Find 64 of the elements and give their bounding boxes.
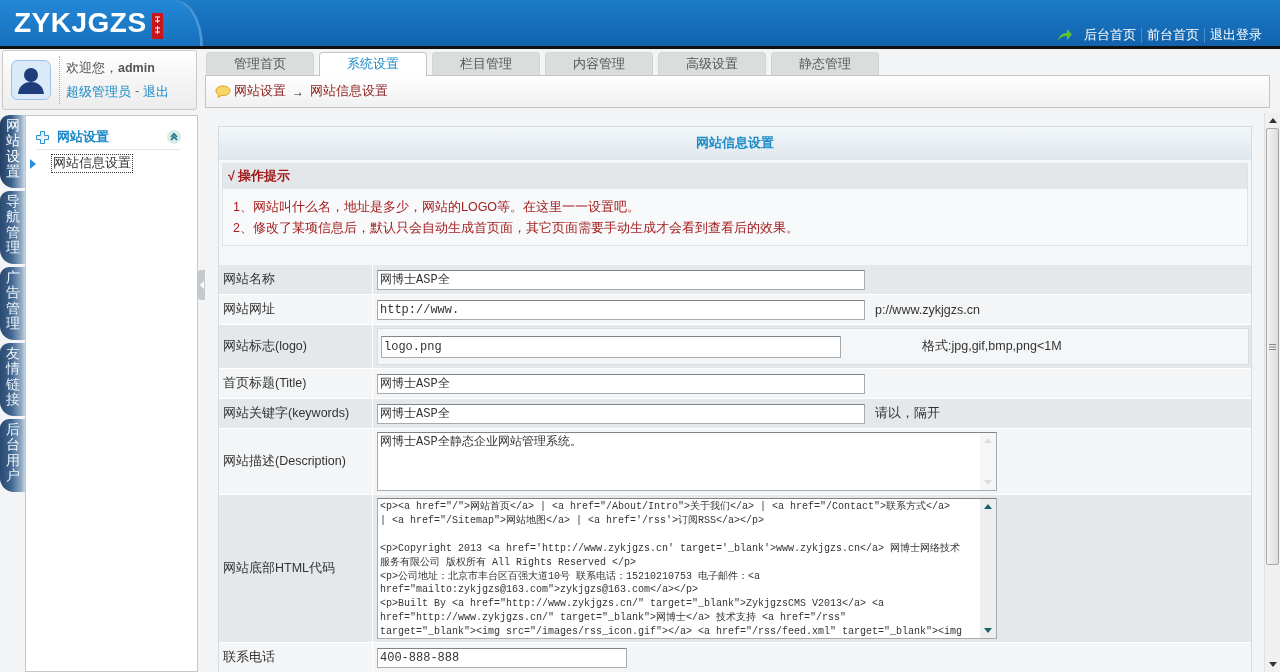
textarea-field[interactable]: 网博士ASP全静态企业网站管理系统。 [377, 432, 997, 491]
tip-text: 2、修改了某项信息后，默认只会自动生成首页面，其它页面需要手动生成才会看到查看后的效果。 [233, 220, 800, 237]
text-field[interactable]: 网博士ASP全 [377, 269, 865, 290]
breadcrumb-link[interactable]: 网站信息设置 [310, 83, 388, 100]
double-chevron-icon[interactable] [167, 130, 181, 144]
side-tab[interactable]: 友情链接 [0, 343, 25, 416]
left-triangle-icon [199, 281, 204, 289]
down-triangle-icon[interactable] [1268, 662, 1277, 667]
text-field[interactable]: 网博士ASP全 [377, 373, 865, 394]
triangle-icon [30, 158, 36, 169]
field-label: 网站网址 [219, 295, 373, 324]
panel-title: 网站信息设置 [219, 127, 1251, 160]
splitter-handle[interactable] [198, 270, 205, 300]
up-triangle-icon[interactable] [1268, 118, 1277, 123]
text-field[interactable]: 网博士ASP全 [377, 403, 865, 424]
tip-text: 1、网站叫什么名，地址是多少，网站的LOGO等。在这里一一设置吧。 [233, 199, 642, 216]
header-link[interactable]: 退出登录 [1204, 28, 1267, 43]
field-label: 网站关键字(keywords) [219, 399, 373, 428]
welcome-text: 欢迎您，admin [66, 59, 156, 77]
hint-text: 请以，隔开 [875, 405, 940, 422]
scrollbar[interactable] [980, 499, 996, 638]
sidebar-item[interactable]: 网站信息设置 [51, 154, 133, 173]
scrollbar[interactable] [1264, 113, 1280, 672]
nav-tab[interactable]: 内容管理 [545, 52, 653, 75]
side-tab[interactable]: 导航管理 [0, 191, 25, 264]
format-hint: 格式:jpg,gif,bmp,png<1M [922, 338, 1063, 355]
speech-bubble-icon [215, 85, 231, 98]
field-label: 网站标志(logo) [219, 325, 373, 368]
hint-text: p://www.zykjgzs.cn [875, 302, 980, 317]
textarea-field[interactable]: <p><a href="/">网站首页</a> | <a href="/About/Intro">关于我们</a> | <a href="/Contact">联系方式</a> | <a href="/Sitemap">网站地图</a> | <a href='/rss'>订阅RSS</a></p> <p>Copyright 2013 <a href='http://www.zykjgzs.cn' target='_blank'>www.zykjgzs.cn</a> 网博士网络技术服务有限公司 版权所有 All Rights Reserved </p> <p>公司地址：北京市丰台区百强大道10号 联系电话：15210210753 电子邮件：<a href="mailto:zykjgzs@163.com">zykjgzs@163.com</a></p> <p>Built By <a href="http://www.zykjgzs.cn/" target="_blank">ZykjgzsCMS V2013</a> <a href="http://www.zykjgzs.cn/" target="_blank">网博士</a> 技术支持 <a href="/rss" target="_blank"><img src="/images/rss_icon.gif"></a> <a href="/rss/feed.xml" target="_blank"><img [377, 498, 997, 639]
sidebar-heading: 网站设置 [57, 128, 110, 146]
side-tab[interactable]: 广告管理 [0, 267, 25, 340]
header-link[interactable]: 后台首页 [1079, 28, 1141, 43]
scrollbar-thumb[interactable] [1266, 128, 1279, 565]
nav-tab[interactable]: 栏目管理 [432, 52, 540, 75]
nav-tab[interactable]: 静态管理 [771, 52, 879, 75]
down-triangle-icon[interactable] [984, 628, 992, 633]
tips-heading: √ 操作提示 [223, 164, 1247, 189]
nav-tab[interactable]: 管理首页 [206, 52, 314, 75]
up-triangle-icon[interactable] [984, 504, 992, 509]
field-label: 网站底部HTML代码 [219, 495, 373, 642]
file-field[interactable]: logo.png [381, 335, 841, 358]
nav-tab[interactable]: 高级设置 [658, 52, 766, 75]
breadcrumb-link[interactable]: 网站设置 [234, 83, 286, 100]
field-label: 联系电话 [219, 643, 373, 672]
user-avatar-icon [11, 60, 51, 100]
arrow-separator: → [292, 84, 304, 99]
separator-text: - [135, 83, 140, 100]
plus-icon [36, 130, 49, 144]
role-link[interactable]: 超级管理员 [66, 83, 131, 101]
side-tab[interactable]: 网站设置 [0, 115, 25, 188]
logout-link[interactable]: 退出 [143, 83, 170, 101]
field-label: 网站描述(Description) [219, 429, 373, 494]
arrow-icon [1057, 28, 1073, 42]
text-field[interactable]: 400-888-888 [377, 647, 627, 668]
logo-text: ZYKJGZS [14, 9, 147, 37]
text-field[interactable]: http://www. [377, 299, 865, 320]
header-link[interactable]: 前台首页 [1141, 28, 1204, 43]
grip-icon [1269, 343, 1276, 350]
nav-tab[interactable]: 系统设置 [319, 52, 427, 76]
field-label: 首页标题(Title) [219, 369, 373, 398]
seal-icon [151, 13, 163, 39]
side-tab[interactable]: 后台用户 [0, 419, 25, 492]
field-label: 网站名称 [219, 265, 373, 294]
